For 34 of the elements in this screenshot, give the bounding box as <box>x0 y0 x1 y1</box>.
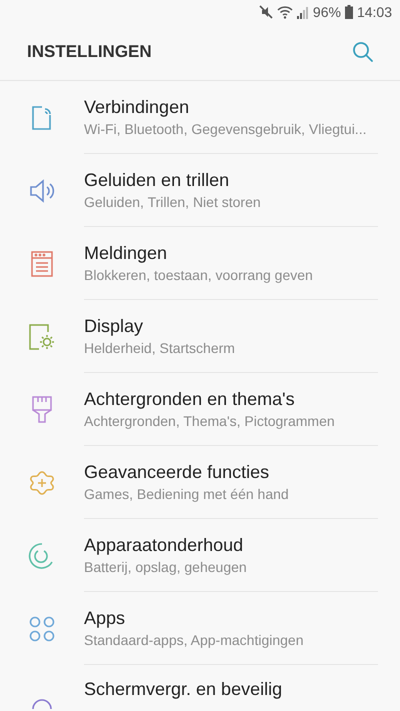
settings-item[interactable]: Geluiden en trillen Geluiden, Trillen, Niet storen <box>0 154 400 227</box>
item-title: Apps <box>84 608 126 629</box>
item-subtitle: Games, Bediening met één hand <box>84 486 290 502</box>
settings-item[interactable]: Achtergronden en thema's Achtergronden, Thema's, Pictogrammen <box>0 373 400 446</box>
search-icon[interactable] <box>352 41 374 63</box>
settings-item[interactable]: Apps Standaard-apps, App-machtigingen <box>0 592 400 665</box>
item-title: Geluiden en trillen <box>84 170 230 191</box>
signal-icon <box>296 6 309 18</box>
item-title: Meldingen <box>84 243 168 264</box>
wifi-icon <box>276 6 293 18</box>
battery-percentage: 96% <box>312 4 341 20</box>
settings-item[interactable]: Geavanceerde functies Games, Bediening met één hand <box>0 446 400 519</box>
item-title: Schermvergr. en beveilig <box>84 679 284 700</box>
clock: 14:03 <box>356 4 392 20</box>
page-title: INSTELLINGEN <box>27 42 152 62</box>
item-subtitle: Standaard-apps, App-machtigingen <box>84 632 304 648</box>
item-subtitle: Geluiden, Trillen, Niet storen <box>84 194 262 210</box>
item-title: Achtergronden en thema's <box>84 389 296 410</box>
item-subtitle: Achtergronden, Thema's, Pictogrammen <box>84 413 336 429</box>
item-title: Verbindingen <box>84 97 190 118</box>
item-subtitle: Batterij, opslag, geheugen <box>84 559 248 575</box>
item-subtitle: Wi-Fi, Bluetooth, Gegevensgebruik, Vliegtui... <box>84 121 368 137</box>
settings-item[interactable]: Meldingen Blokkeren, toestaan, voorrang geven <box>0 227 400 300</box>
item-title: Geavanceerde functies <box>84 462 270 483</box>
settings-item[interactable]: Display Helderheid, Startscherm <box>0 300 400 373</box>
settings-item[interactable]: Schermvergr. en beveilig <box>0 665 400 711</box>
settings-item[interactable]: Apparaatonderhoud Batterij, opslag, geheugen <box>0 519 400 592</box>
item-title: Apparaatonderhoud <box>84 535 244 556</box>
mute-icon <box>258 5 273 19</box>
battery-icon <box>344 5 353 19</box>
settings-item[interactable]: Verbindingen Wi-Fi, Bluetooth, Gegevensgebruik, Vliegtui... <box>0 81 400 154</box>
item-title: Display <box>84 316 144 337</box>
item-subtitle: Blokkeren, toestaan, voorrang geven <box>84 267 314 283</box>
item-subtitle: Helderheid, Startscherm <box>84 340 236 356</box>
